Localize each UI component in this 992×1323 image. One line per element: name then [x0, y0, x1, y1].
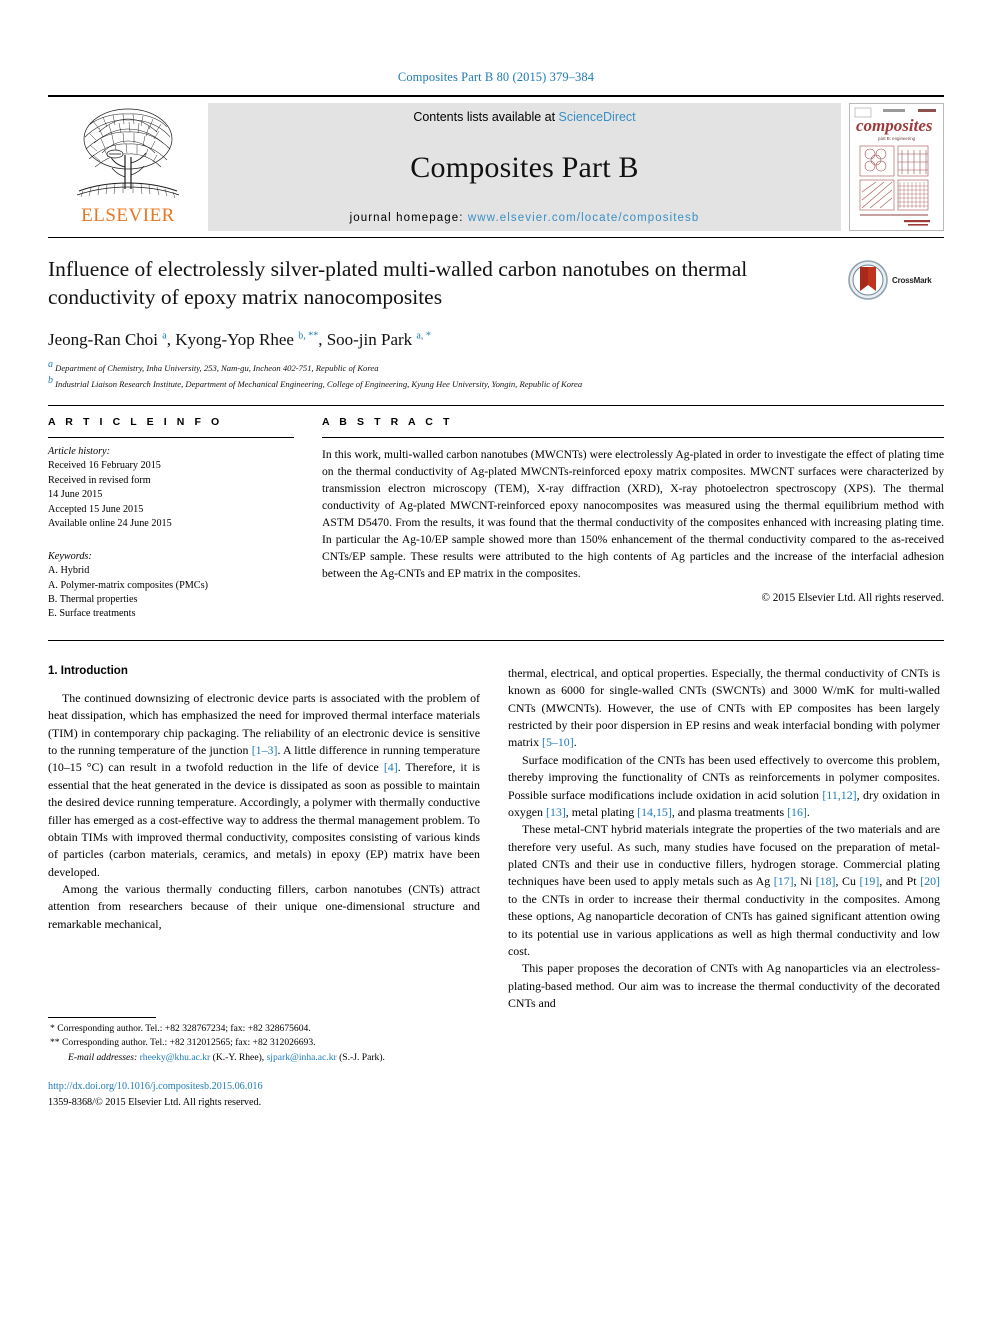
email-name-rhee: (K.-Y. Rhee),	[212, 1051, 265, 1063]
title-block: Influence of electrolessly silver-plated…	[48, 256, 944, 316]
journal-title: Composites Part B	[410, 151, 639, 184]
affiliation-a: a Department of Chemistry, Inha Universi…	[48, 358, 944, 374]
abstract-column: A B S T R A C T In this work, multi-wall…	[322, 416, 944, 622]
page-title: Influence of electrolessly silver-plated…	[48, 257, 748, 309]
info-abstract-row: A R T I C L E I N F O Article history: R…	[48, 416, 944, 622]
abstract-text: In this work, multi-walled carbon nanotu…	[322, 447, 944, 580]
keywords-block: Keywords: A. Hybrid A. Polymer-matrix co…	[48, 550, 294, 622]
article-info-column: A R T I C L E I N F O Article history: R…	[48, 416, 294, 622]
doi-link[interactable]: http://dx.doi.org/10.1016/j.compositesb.…	[48, 1079, 480, 1094]
affiliation-marker-b: b	[48, 375, 53, 387]
article-page: Composites Part B 80 (2015) 379–384 ELSE…	[0, 0, 992, 1323]
journal-masthead: ELSEVIER Contents lists available at Sci…	[48, 95, 944, 231]
paragraph: Among the various thermally conducting f…	[48, 882, 480, 931]
affiliation-marker-a: a	[48, 359, 53, 370]
svg-text:composites: composites	[856, 116, 933, 135]
footnote-corresponding-1: * Corresponding author. Tel.: +82 328767…	[50, 1022, 311, 1034]
elsevier-wordmark: ELSEVIER	[81, 205, 175, 226]
article-history-label: Article history:	[48, 445, 110, 457]
journal-banner: Contents lists available at ScienceDirec…	[208, 103, 841, 231]
svg-text:part B: engineering: part B: engineering	[878, 136, 916, 141]
keyword-item: E. Surface treatments	[48, 608, 136, 620]
info-divider-bottom	[48, 639, 944, 641]
footnote-corresponding-2: ** Corresponding author. Tel.: +82 31201…	[50, 1037, 316, 1049]
abstract-copyright: © 2015 Elsevier Ltd. All rights reserved…	[761, 591, 945, 604]
author-names: Jeong-Ran Choi a, Kyong-Yop Rhee b, **, …	[48, 330, 431, 349]
keyword-item: A. Polymer-matrix composites (PMCs)	[48, 579, 208, 591]
keyword-item: B. Thermal properties	[48, 593, 138, 605]
email-name-park: (S.-J. Park).	[339, 1051, 385, 1063]
contents-list-line: Contents lists available at ScienceDirec…	[413, 110, 635, 124]
journal-homepage-line: journal homepage: www.elsevier.com/locat…	[350, 212, 700, 224]
body-right-column: thermal, electrical, and optical propert…	[508, 665, 940, 1110]
paragraph: Surface modification of the CNTs has bee…	[508, 752, 940, 819]
elsevier-logo: ELSEVIER	[48, 103, 208, 231]
section-title-introduction: 1. Introduction	[48, 664, 128, 677]
article-info-heading: A R T I C L E I N F O	[48, 415, 223, 428]
email-link-park[interactable]: sjpark@inha.ac.kr	[267, 1052, 337, 1063]
crossmark-badge[interactable]: CrossMark	[848, 258, 944, 302]
paragraph: The continued downsizing of electronic d…	[48, 690, 480, 879]
footnote-rule	[48, 1016, 156, 1018]
email-addresses-label: E-mail addresses:	[68, 1051, 138, 1063]
doi-block: http://dx.doi.org/10.1016/j.compositesb.…	[48, 1079, 480, 1110]
history-item: Received in revised form	[48, 474, 151, 486]
contents-prefix: Contents lists available at	[413, 110, 559, 124]
journal-cover-thumbnail: composites part B: engineering	[849, 103, 944, 231]
body-left-column: 1. Introduction The continued downsizing…	[48, 665, 480, 1110]
footnote-emails: E-mail addresses: rheeky@khu.ac.kr (K.-Y…	[48, 1051, 480, 1066]
footnote-area: * Corresponding author. Tel.: +82 328767…	[48, 1016, 480, 1110]
abstract-heading: A B S T R A C T	[322, 415, 453, 428]
abstract-rule	[322, 436, 944, 438]
keywords-label: Keywords:	[48, 550, 92, 562]
history-item: Available online 24 June 2015	[48, 518, 172, 530]
issn-copyright-line: 1359-8368/© 2015 Elsevier Ltd. All right…	[48, 1096, 262, 1108]
affiliation-a-text: Department of Chemistry, Inha University…	[55, 362, 379, 373]
keyword-item: A. Hybrid	[48, 565, 90, 577]
body-columns: 1. Introduction The continued downsizing…	[48, 665, 944, 1110]
info-divider-top	[48, 404, 944, 406]
paragraph: thermal, electrical, and optical propert…	[508, 665, 940, 750]
crossmark-icon	[848, 260, 888, 300]
affiliation-list: a Department of Chemistry, Inha Universi…	[48, 358, 944, 391]
article-history: Article history: Received 16 February 20…	[48, 445, 294, 532]
article-info-rule	[48, 436, 294, 438]
journal-homepage-link[interactable]: www.elsevier.com/locate/compositesb	[468, 212, 700, 224]
paragraph: These metal-CNT hybrid materials integra…	[508, 822, 941, 958]
elsevier-tree-icon	[76, 108, 180, 199]
email-link-rhee[interactable]: rheeky@khu.ac.kr	[140, 1052, 211, 1063]
affiliation-b: b Industrial Liaison Research Institute,…	[48, 374, 944, 390]
masthead-divider	[48, 237, 944, 238]
crossmark-label: CrossMark	[892, 275, 932, 285]
homepage-prefix: journal homepage:	[349, 212, 468, 224]
history-item: Received 16 February 2015	[48, 460, 161, 472]
paragraph: This paper proposes the decoration of CN…	[508, 961, 940, 1011]
history-item: 14 June 2015	[48, 489, 103, 501]
affiliation-b-text: Industrial Liaison Research Institute, D…	[55, 379, 583, 390]
history-item: Accepted 15 June 2015	[48, 503, 144, 515]
running-head: Composites Part B 80 (2015) 379–384	[397, 70, 595, 84]
cover-artwork: composites part B: engineering	[850, 104, 941, 230]
author-list: Jeong-Ran Choi a, Kyong-Yop Rhee b, **, …	[48, 330, 944, 350]
sciencedirect-link[interactable]: ScienceDirect	[559, 110, 636, 124]
